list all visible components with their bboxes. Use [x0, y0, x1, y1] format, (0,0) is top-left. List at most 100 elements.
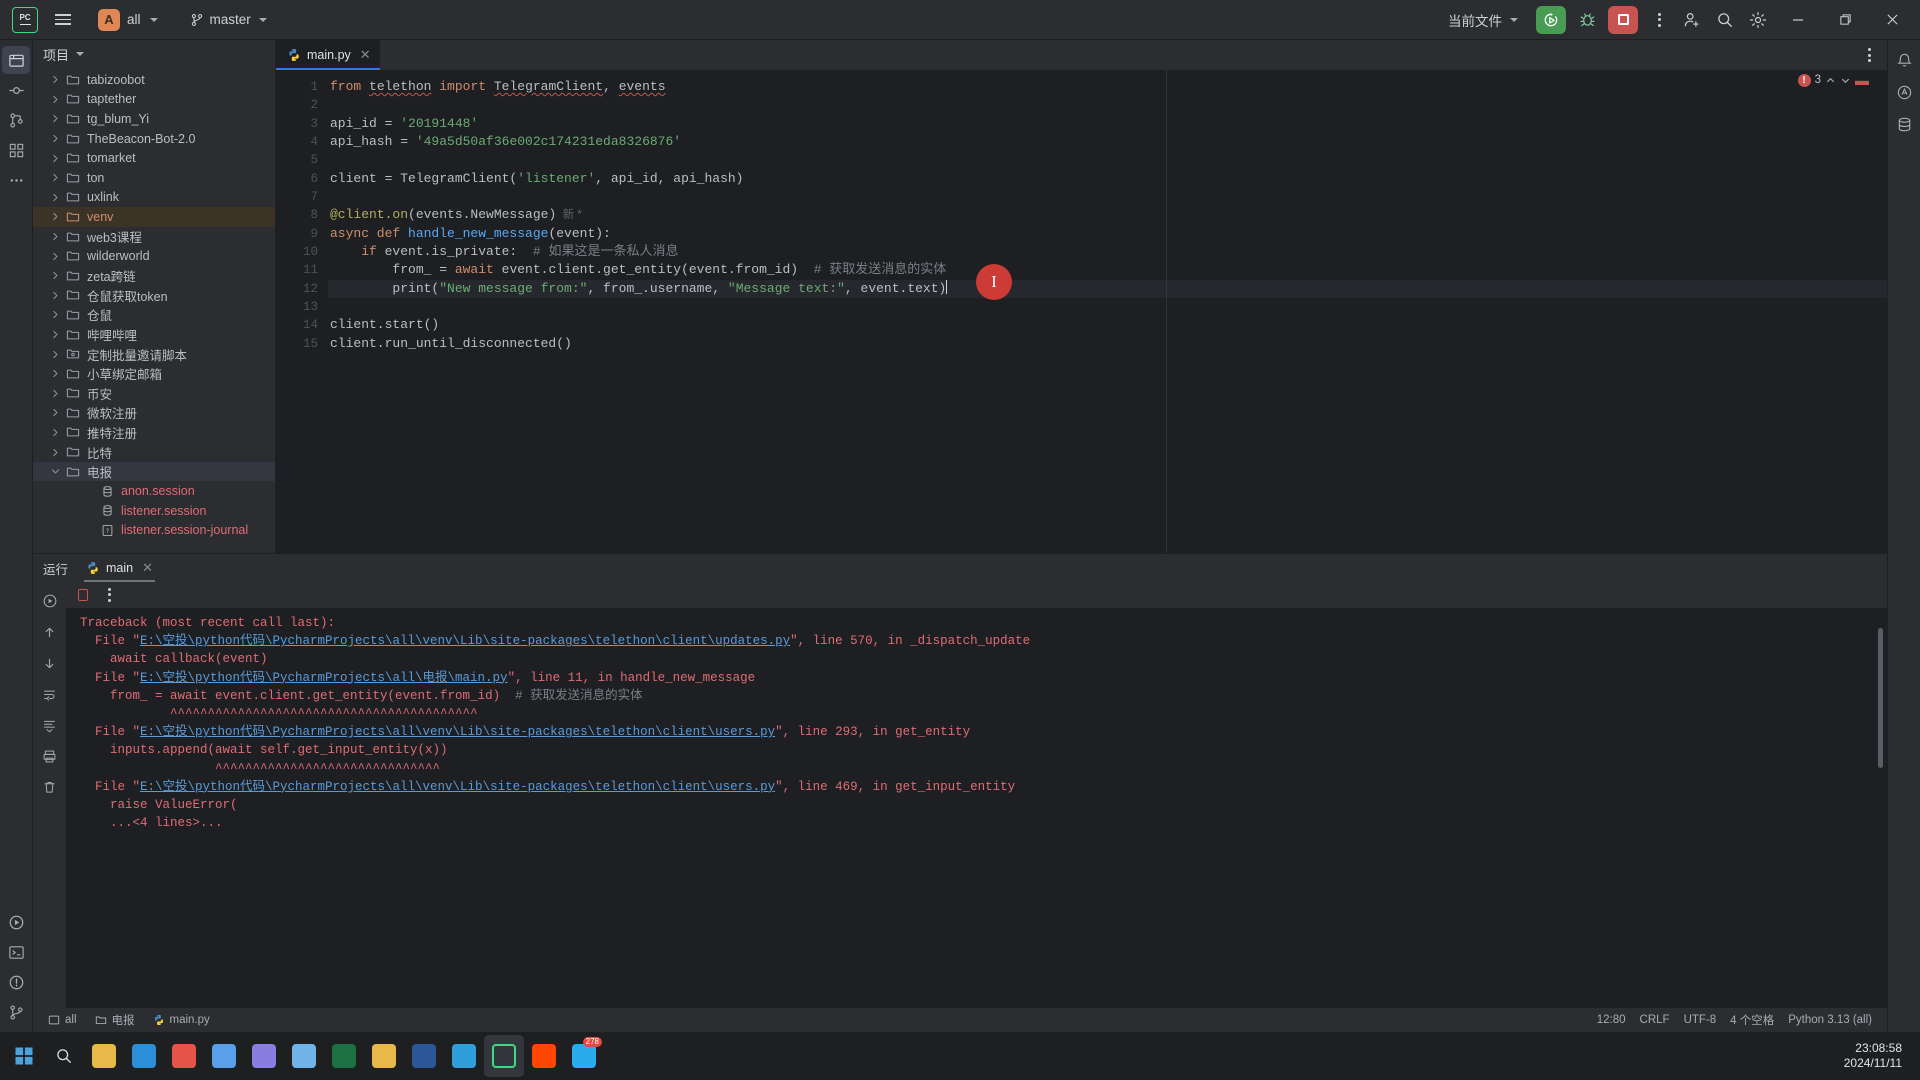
- editor-content[interactable]: 1 2 3 4 5 6 7 8 9 10 11 12 13 14 15 from telethon impo…: [276, 70, 1887, 553]
- taskbar-app-folder-app[interactable]: [364, 1035, 404, 1077]
- breadcrumb-file[interactable]: main.py: [146, 1014, 217, 1026]
- close-icon[interactable]: ✕: [142, 560, 153, 576]
- console-file-link[interactable]: E:\空投\python代码\PycharmProjects\all\venv\…: [140, 634, 790, 648]
- taskbar-app-word[interactable]: [404, 1035, 444, 1077]
- tree-row[interactable]: listener.session: [33, 501, 275, 521]
- console-more-button[interactable]: [98, 584, 120, 606]
- code-line[interactable]: client = TelegramClient('listener', api_…: [328, 170, 1887, 188]
- tree-row[interactable]: wilderworld: [33, 246, 275, 266]
- structure-icon[interactable]: [2, 136, 30, 164]
- tree-row[interactable]: 电报: [33, 461, 275, 482]
- taskbar-app-chrome-browser[interactable]: [164, 1035, 204, 1077]
- chevron-right-icon[interactable]: [47, 448, 63, 457]
- notifications-bell-icon[interactable]: [1890, 46, 1918, 74]
- code-line[interactable]: [328, 298, 1887, 316]
- code-line[interactable]: [328, 96, 1887, 114]
- code-line[interactable]: from_ = await event.client.get_entity(ev…: [328, 261, 1887, 279]
- chevron-right-icon[interactable]: [47, 75, 63, 84]
- project-tool-icon[interactable]: [2, 46, 30, 74]
- tree-row[interactable]: tg_blum_Yi: [33, 109, 275, 129]
- tree-row[interactable]: anon.session: [33, 481, 275, 501]
- chevron-right-icon[interactable]: [47, 350, 63, 359]
- tree-row[interactable]: 微软注册: [33, 403, 275, 423]
- terminal-icon[interactable]: [2, 938, 30, 966]
- database-icon[interactable]: [1890, 110, 1918, 138]
- soft-wrap-icon[interactable]: [36, 680, 64, 708]
- run-button[interactable]: [1536, 5, 1566, 34]
- git-icon[interactable]: [2, 998, 30, 1026]
- pull-requests-icon[interactable]: [2, 106, 30, 134]
- tree-row[interactable]: 比特: [33, 442, 275, 462]
- tree-row[interactable]: zeta跨链: [33, 266, 275, 286]
- inspection-widget[interactable]: ! 3 ▬: [1797, 72, 1869, 88]
- chevron-right-icon[interactable]: [47, 310, 63, 319]
- tree-row[interactable]: 币安: [33, 384, 275, 404]
- tree-row[interactable]: 定制批量邀请脚本: [33, 344, 275, 364]
- chevron-right-icon[interactable]: [47, 291, 63, 300]
- window-close-button[interactable]: [1870, 0, 1914, 40]
- breadcrumb-all[interactable]: all: [41, 1014, 84, 1026]
- run-console-output[interactable]: Traceback (most recent call last): File …: [66, 608, 1887, 1008]
- chevron-right-icon[interactable]: [47, 95, 63, 104]
- project-panel-header[interactable]: 项目: [33, 40, 275, 68]
- run-tool-icon[interactable]: [2, 908, 30, 936]
- chevron-down-icon[interactable]: [47, 467, 63, 476]
- taskbar-app-app-grid[interactable]: [204, 1035, 244, 1077]
- debug-button[interactable]: [1572, 5, 1602, 35]
- taskbar-app-pycharm[interactable]: [484, 1035, 524, 1077]
- code-line[interactable]: if event.is_private: # 如果这是一条私人消息: [328, 243, 1887, 261]
- code-line[interactable]: [328, 188, 1887, 206]
- chevron-right-icon[interactable]: [47, 389, 63, 398]
- chevron-right-icon[interactable]: [47, 212, 63, 221]
- taskbar-app-file-explorer[interactable]: [84, 1035, 124, 1077]
- chevron-right-icon[interactable]: [47, 428, 63, 437]
- project-file-tree[interactable]: tabizoobot taptether tg_blum_Yi TheBeacon-B…: [33, 68, 275, 553]
- editor-tab-main-py[interactable]: main.py ✕: [276, 40, 380, 70]
- file-encoding[interactable]: UTF-8: [1677, 1014, 1724, 1026]
- taskbar-search-button[interactable]: [44, 1035, 84, 1077]
- windows-start-button[interactable]: [4, 1035, 44, 1077]
- editor-options-button[interactable]: [1859, 45, 1879, 65]
- code-line[interactable]: api_hash = '49a5d50af36e002c174231eda832…: [328, 133, 1887, 151]
- console-file-link[interactable]: E:\空投\python代码\PycharmProjects\all\venv\…: [140, 780, 775, 794]
- code-line[interactable]: [328, 151, 1887, 169]
- tree-row[interactable]: uxlink: [33, 188, 275, 208]
- commit-tool-icon[interactable]: [2, 76, 30, 104]
- problems-icon[interactable]: [2, 968, 30, 996]
- taskbar-app-vscode[interactable]: [444, 1035, 484, 1077]
- code-line[interactable]: async def handle_new_message(event):: [328, 225, 1887, 243]
- chevron-right-icon[interactable]: [47, 114, 63, 123]
- line-separator[interactable]: CRLF: [1633, 1014, 1677, 1026]
- chevron-right-icon[interactable]: [47, 173, 63, 182]
- trash-icon[interactable]: [36, 773, 64, 801]
- console-file-link[interactable]: E:\空投\python代码\PycharmProjects\all\venv\…: [140, 725, 775, 739]
- tree-row[interactable]: ton: [33, 168, 275, 188]
- console-scrollbar[interactable]: [1878, 628, 1883, 768]
- chevron-right-icon[interactable]: [47, 271, 63, 280]
- indent-setting[interactable]: 4 个空格: [1723, 1012, 1781, 1028]
- add-user-button[interactable]: [1677, 5, 1707, 35]
- chevron-right-icon[interactable]: [47, 154, 63, 163]
- ai-assistant-icon[interactable]: [1890, 78, 1918, 106]
- code-line[interactable]: api_id = '20191448': [328, 115, 1887, 133]
- close-tab-icon[interactable]: ✕: [360, 47, 371, 63]
- hamburger-menu-icon[interactable]: [48, 5, 78, 35]
- chevron-right-icon[interactable]: [47, 134, 63, 143]
- caret-position[interactable]: 12:80: [1590, 1014, 1633, 1026]
- more-tools-icon[interactable]: [2, 166, 30, 194]
- taskbar-app-edge-browser[interactable]: [124, 1035, 164, 1077]
- run-tab-main[interactable]: main ✕: [82, 554, 157, 582]
- code-line[interactable]: from telethon import TelegramClient, eve…: [328, 78, 1887, 96]
- taskbar-app-reddit[interactable]: [524, 1035, 564, 1077]
- more-options-button[interactable]: [1644, 5, 1674, 35]
- code-line[interactable]: client.run_until_disconnected(): [328, 335, 1887, 353]
- chevron-right-icon[interactable]: [47, 330, 63, 339]
- chevron-right-icon[interactable]: [47, 252, 63, 261]
- chevron-right-icon[interactable]: [47, 232, 63, 241]
- tree-row[interactable]: TheBeacon-Bot-2.0: [33, 129, 275, 149]
- tree-row[interactable]: web3课程: [33, 227, 275, 247]
- tree-row[interactable]: 仓鼠获取token: [33, 286, 275, 306]
- taskbar-app-telegram[interactable]: 278: [564, 1035, 604, 1077]
- code-line[interactable]: client.start(): [328, 316, 1887, 334]
- chevron-down-icon[interactable]: [1840, 75, 1851, 86]
